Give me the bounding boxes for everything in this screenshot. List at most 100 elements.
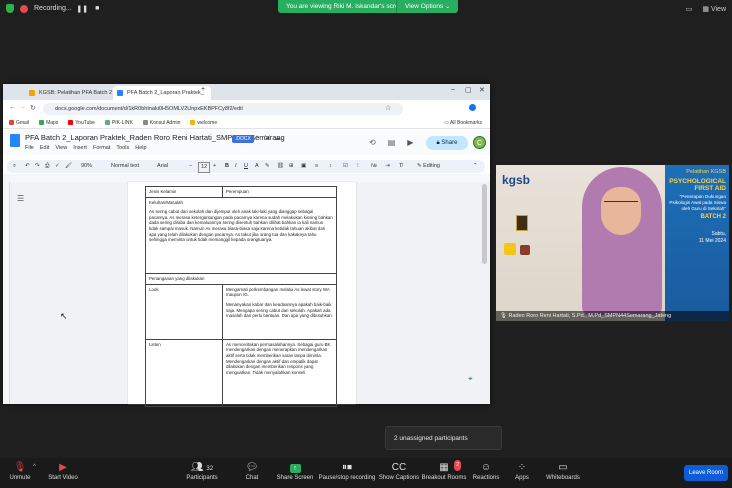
share-screen-button[interactable]: ↑ Share Screen bbox=[270, 462, 320, 481]
menu-view[interactable]: View bbox=[55, 145, 67, 151]
meet-icon[interactable]: ▶ bbox=[407, 138, 413, 147]
style-select[interactable]: Normal text bbox=[111, 160, 139, 173]
participant-video-tile[interactable]: kgsb Pelatihan KGSB PSYCHOLOGICAL FIRST … bbox=[496, 165, 729, 321]
menu-insert[interactable]: Insert bbox=[73, 145, 87, 151]
star-doc-icon[interactable]: ☆ bbox=[254, 134, 260, 142]
print-icon[interactable]: ⎙ bbox=[45, 160, 49, 173]
undo-icon[interactable]: ↶ bbox=[25, 160, 30, 173]
spellcheck-icon[interactable]: ✓ bbox=[55, 160, 60, 173]
view-button[interactable]: ▦ View bbox=[702, 5, 726, 13]
document-outline-icon[interactable]: ☰ bbox=[17, 194, 24, 203]
recording-label: Recording... bbox=[34, 5, 72, 12]
bookmark-welcome[interactable]: welcome bbox=[190, 118, 217, 128]
forward-icon[interactable]: → bbox=[19, 104, 26, 111]
menu-edit[interactable]: Edit bbox=[40, 145, 49, 151]
vertical-ruler[interactable] bbox=[3, 182, 10, 404]
line-spacing-icon[interactable]: ↕ bbox=[329, 160, 332, 173]
history-icon[interactable]: ⟲ bbox=[369, 138, 376, 147]
menu-file[interactable]: File bbox=[25, 145, 34, 151]
minimize-icon[interactable]: ▭ bbox=[686, 5, 693, 13]
bullet-list-icon[interactable]: ⁝ bbox=[357, 160, 359, 173]
pause-stop-recording-button[interactable]: ⏸︎⏹︎ Pause/stop recording bbox=[317, 462, 377, 481]
url-input[interactable]: docs.google.com/document/d/1kR0bhtnaki0H… bbox=[43, 103, 403, 115]
checklist-icon[interactable]: ☑ bbox=[343, 160, 348, 173]
window-maximize-icon[interactable]: ▢ bbox=[465, 86, 472, 94]
italic-icon[interactable]: I bbox=[235, 160, 237, 173]
menu-help[interactable]: Help bbox=[135, 145, 146, 151]
google-docs-icon[interactable] bbox=[10, 134, 20, 147]
participants-icon: 👥︎ 32 bbox=[190, 462, 214, 473]
comment-icon[interactable]: ▤ bbox=[388, 138, 396, 147]
redo-icon[interactable]: ↷ bbox=[35, 160, 40, 173]
font-size-increase-icon[interactable]: + bbox=[213, 160, 216, 173]
pause-icon[interactable]: ❚❚ bbox=[76, 4, 88, 13]
font-select[interactable]: Arial bbox=[157, 160, 168, 173]
search-menus-icon[interactable]: ⌕ bbox=[13, 160, 16, 173]
bookmark-gmail[interactable]: Gmail bbox=[9, 118, 29, 128]
table-cell: As menceritakan permasalahannya. Sebagai… bbox=[222, 338, 337, 407]
map-pin-icon[interactable]: ⌖ bbox=[468, 374, 473, 384]
align-icon[interactable]: ≡ bbox=[315, 160, 318, 173]
scrollbar[interactable] bbox=[482, 184, 487, 264]
participants-button[interactable]: 👥︎ 32 Participants bbox=[177, 462, 227, 481]
show-captions-button[interactable]: CC Show Captions bbox=[374, 462, 424, 481]
banner-subtitle: "Penerapan Dukungan Psikologis Awal pada… bbox=[669, 194, 726, 211]
font-size-input[interactable]: 12 bbox=[198, 162, 211, 173]
font-size-decrease-icon[interactable]: − bbox=[189, 160, 192, 173]
new-tab-icon[interactable]: + bbox=[201, 86, 205, 93]
underline-icon[interactable]: U bbox=[244, 160, 248, 173]
reload-icon[interactable]: ↻ bbox=[30, 104, 36, 112]
bookmark-konsul-admin[interactable]: Konsul Admin bbox=[142, 118, 180, 128]
docs-toolbar: ⌕ ↶ ↷ ⎙ ✓ 🖌︎ 90% Normal text Arial − 12 … bbox=[7, 160, 485, 173]
bookmark-maps[interactable]: Maps bbox=[39, 118, 58, 128]
user-avatar[interactable]: C bbox=[473, 136, 486, 149]
window-close-icon[interactable]: ✕ bbox=[479, 86, 485, 94]
profile-avatar[interactable] bbox=[469, 104, 476, 111]
whiteboards-button[interactable]: ▭ Whiteboards bbox=[538, 462, 588, 481]
star-icon[interactable]: ☆ bbox=[385, 104, 391, 112]
bookmark-youtube[interactable]: YouTube bbox=[68, 118, 95, 128]
tab-docs[interactable]: PFA Batch 2_Laporan Praktek_ bbox=[113, 86, 211, 100]
add-comment-icon[interactable]: ⊞ bbox=[289, 160, 294, 173]
back-icon[interactable]: ← bbox=[9, 104, 16, 111]
link-icon[interactable]: ⛓︎ bbox=[277, 160, 284, 173]
menu-format[interactable]: Format bbox=[93, 145, 110, 151]
unassigned-participants-popup[interactable]: 2 unassigned participants bbox=[385, 426, 502, 450]
tab-kgsb[interactable]: KGSB: Pelatihan PFA Batch 2 bbox=[25, 86, 123, 100]
window-minimize-icon[interactable]: – bbox=[451, 86, 455, 93]
text-color-icon[interactable]: A bbox=[255, 160, 259, 173]
collapse-toolbar-icon[interactable]: ⌃ bbox=[473, 160, 478, 173]
whiteboards-icon: ▭ bbox=[558, 462, 568, 473]
image-icon[interactable]: ▣ bbox=[301, 160, 306, 173]
paint-format-icon[interactable]: 🖌︎ bbox=[65, 160, 72, 173]
docx-badge: .DOCX bbox=[232, 135, 254, 143]
indent-icon[interactable]: ⇥ bbox=[385, 160, 390, 173]
table-cell: Mengamati perkembangan melalui As lewat … bbox=[222, 283, 337, 340]
look-text-2: Menanyakan kabar dan keadaannya apakah b… bbox=[226, 301, 333, 319]
chevron-up-icon[interactable]: ^ bbox=[33, 464, 36, 470]
mouse-cursor-icon: ↖ bbox=[60, 311, 68, 321]
numbered-list-icon[interactable]: № bbox=[371, 160, 377, 173]
highlight-icon[interactable]: ✎ bbox=[265, 160, 270, 173]
document-page[interactable]: Jenis Kelamin Perempuan Keluhan/Masalah … bbox=[128, 182, 356, 407]
lock-icon: 🔒︎ bbox=[436, 140, 440, 146]
menu-tools[interactable]: Tools bbox=[116, 145, 129, 151]
start-video-button[interactable]: ▶ Start Video bbox=[38, 462, 88, 481]
bold-icon[interactable]: B bbox=[225, 160, 229, 173]
share-screen-icon: ↑ bbox=[270, 462, 320, 473]
share-button[interactable]: 🔒︎ Share bbox=[426, 136, 468, 150]
stop-icon[interactable]: ■ bbox=[93, 4, 102, 13]
bookmark-pik-link[interactable]: PIK-LINK bbox=[104, 118, 133, 128]
leave-room-button[interactable]: Leave Room bbox=[684, 465, 728, 481]
look-text-1: Mengamati perkembangan melalui As lewat … bbox=[226, 286, 330, 298]
chat-label: Chat bbox=[245, 475, 259, 481]
zoom-select[interactable]: 90% bbox=[81, 160, 92, 173]
show-captions-label: Show Captions bbox=[378, 475, 420, 481]
clear-format-icon[interactable]: T̸ bbox=[399, 160, 402, 173]
view-options-label: View Options bbox=[405, 3, 444, 10]
welcome-icon bbox=[190, 120, 196, 126]
editing-mode-select[interactable]: ✎ Editing bbox=[417, 160, 440, 173]
move-folder-icon[interactable]: ⇲ bbox=[264, 134, 270, 142]
view-options-button[interactable]: View Options ⌄ bbox=[396, 0, 459, 13]
all-bookmarks[interactable]: ▭ All Bookmarks bbox=[444, 118, 490, 128]
